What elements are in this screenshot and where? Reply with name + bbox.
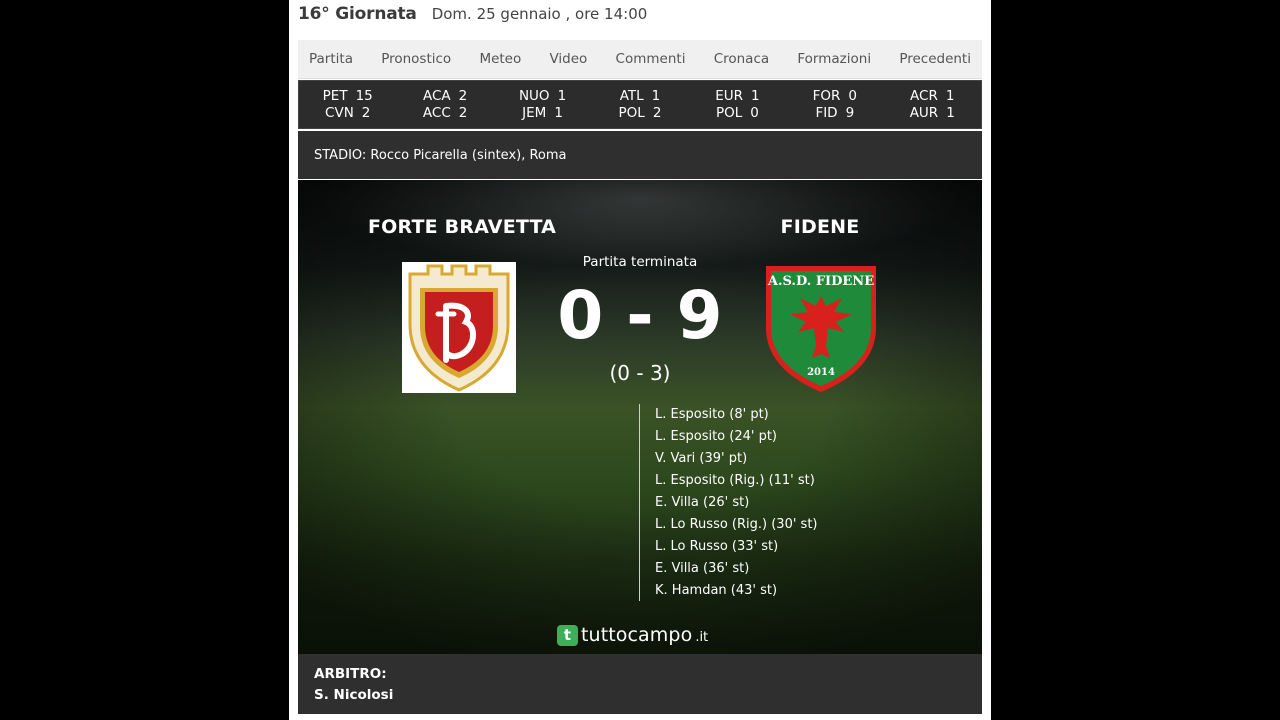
round-title: 16° Giornata [298, 4, 417, 24]
ticker-away-score: 2 [361, 104, 371, 121]
tab-partita[interactable]: Partita [309, 51, 353, 67]
ticker-home-score: 1 [557, 87, 567, 104]
match-header: 16° Giornata Dom. 25 gennaio , ore 14:00 [298, 4, 647, 30]
stadium-info: STADIO: Rocco Picarella (sintex), Roma [298, 131, 982, 179]
forte-bravetta-crest-icon[interactable] [402, 262, 516, 393]
ticker-match[interactable]: ATL 1 POL 2 [591, 88, 688, 122]
tab-commenti[interactable]: Commenti [616, 51, 686, 67]
ticker-away-score: 1 [554, 104, 563, 121]
referee-panel: ARBITRO: S. Nicolosi [298, 654, 982, 714]
results-ticker: PET 15 CVN 2 ACA 2 ACC 2 NUO 1 JEM 1 ATL 1 POL 2… [298, 80, 982, 129]
ticker-match[interactable]: FOR 0 FID 9 [786, 88, 883, 122]
match-tabs: Partita Pronostico Meteo Video Commenti … [298, 40, 982, 79]
ticker-home-score: 1 [651, 87, 661, 104]
ticker-home-team: ATL [619, 87, 644, 104]
brand-name: tuttocampo [581, 624, 693, 646]
ticker-away-score: 2 [652, 104, 662, 121]
tab-cronaca[interactable]: Cronaca [714, 51, 769, 67]
ticker-away-team: AUR [909, 104, 939, 121]
scorer-item: L. Lo Russo (33' st) [655, 539, 779, 554]
ticker-away-team: FID [815, 104, 838, 121]
away-team-name[interactable]: FIDENE [770, 216, 870, 238]
scorer-item: L. Esposito (Rig.) (11' st) [655, 473, 815, 488]
ticker-away-score: 0 [750, 104, 759, 121]
ticker-away-team: POL [715, 104, 743, 121]
fidene-crest-icon[interactable]: A.S.D. FIDENE 2014 [762, 262, 880, 394]
scorers-list: L. Esposito (8' pt) L. Esposito (24' pt)… [639, 404, 818, 601]
scorer-item: K. Hamdan (43' st) [655, 583, 778, 598]
scorer-item: L. Lo Russo (Rig.) (30' st) [655, 517, 818, 532]
ticker-away-team: POL [618, 104, 645, 121]
ticker-match[interactable]: ACA 2 ACC 2 [396, 88, 493, 122]
crest-text: A.S.D. FIDENE [767, 274, 874, 289]
ticker-match[interactable]: ACR 1 AUR 1 [884, 88, 981, 122]
ticker-match[interactable]: EUR 1 POL 0 [689, 88, 786, 122]
ticker-home-score: 1 [945, 87, 955, 104]
match-date: Dom. 25 gennaio , ore 14:00 [431, 5, 648, 23]
tab-precedenti[interactable]: Precedenti [899, 51, 971, 67]
tuttocampo-logo[interactable]: t tuttocampo .it [557, 623, 708, 647]
referee-label: ARBITRO: [314, 666, 387, 682]
ticker-home-score: 15 [355, 87, 373, 104]
match-page: 16° Giornata Dom. 25 gennaio , ore 14:00… [289, 0, 991, 720]
ticker-away-score: 1 [946, 104, 955, 121]
ticker-away-score: 2 [458, 104, 468, 121]
ticker-home-score: 2 [458, 87, 468, 104]
ticker-home-team: EUR [715, 87, 743, 104]
ticker-away-score: 9 [845, 104, 855, 121]
ticker-away-team: JEM [522, 104, 547, 121]
ticker-home-score: 0 [848, 87, 857, 104]
ticker-match[interactable]: NUO 1 JEM 1 [494, 88, 591, 122]
crest-year: 2014 [807, 367, 835, 378]
halftime-score: (0 - 3) [609, 361, 671, 385]
final-score: 0 - 9 [557, 277, 723, 354]
tab-pronostico[interactable]: Pronostico [381, 51, 451, 67]
scorer-item: L. Esposito (24' pt) [655, 429, 778, 444]
ticker-home-team: ACR [910, 87, 938, 104]
scorer-item: E. Villa (36' st) [655, 561, 750, 576]
ticker-home-score: 1 [751, 87, 760, 104]
scoreboard: FORTE BRAVETTA FIDENE Partita terminata … [298, 180, 982, 654]
ticker-away-team: CVN [325, 104, 354, 121]
ticker-home-team: ACA [423, 87, 451, 104]
tab-meteo[interactable]: Meteo [479, 51, 521, 67]
tab-video[interactable]: Video [549, 51, 587, 67]
ticker-match[interactable]: PET 15 CVN 2 [299, 88, 396, 122]
ticker-home-team: PET [322, 87, 348, 104]
brand-tld: .it [695, 629, 709, 645]
ticker-home-team: FOR [812, 87, 841, 104]
ticker-home-team: NUO [518, 87, 550, 104]
ticker-away-team: ACC [422, 104, 451, 121]
tab-formazioni[interactable]: Formazioni [797, 51, 871, 67]
match-status: Partita terminata [582, 254, 698, 270]
referee-name: S. Nicolosi [314, 687, 394, 703]
scorer-item: V. Vari (39' pt) [655, 451, 748, 466]
home-team-name[interactable]: FORTE BRAVETTA [368, 216, 556, 238]
scorer-item: E. Villa (26' st) [655, 495, 750, 510]
tuttocampo-icon: t [557, 624, 578, 646]
scorer-item: L. Esposito (8' pt) [655, 407, 769, 422]
